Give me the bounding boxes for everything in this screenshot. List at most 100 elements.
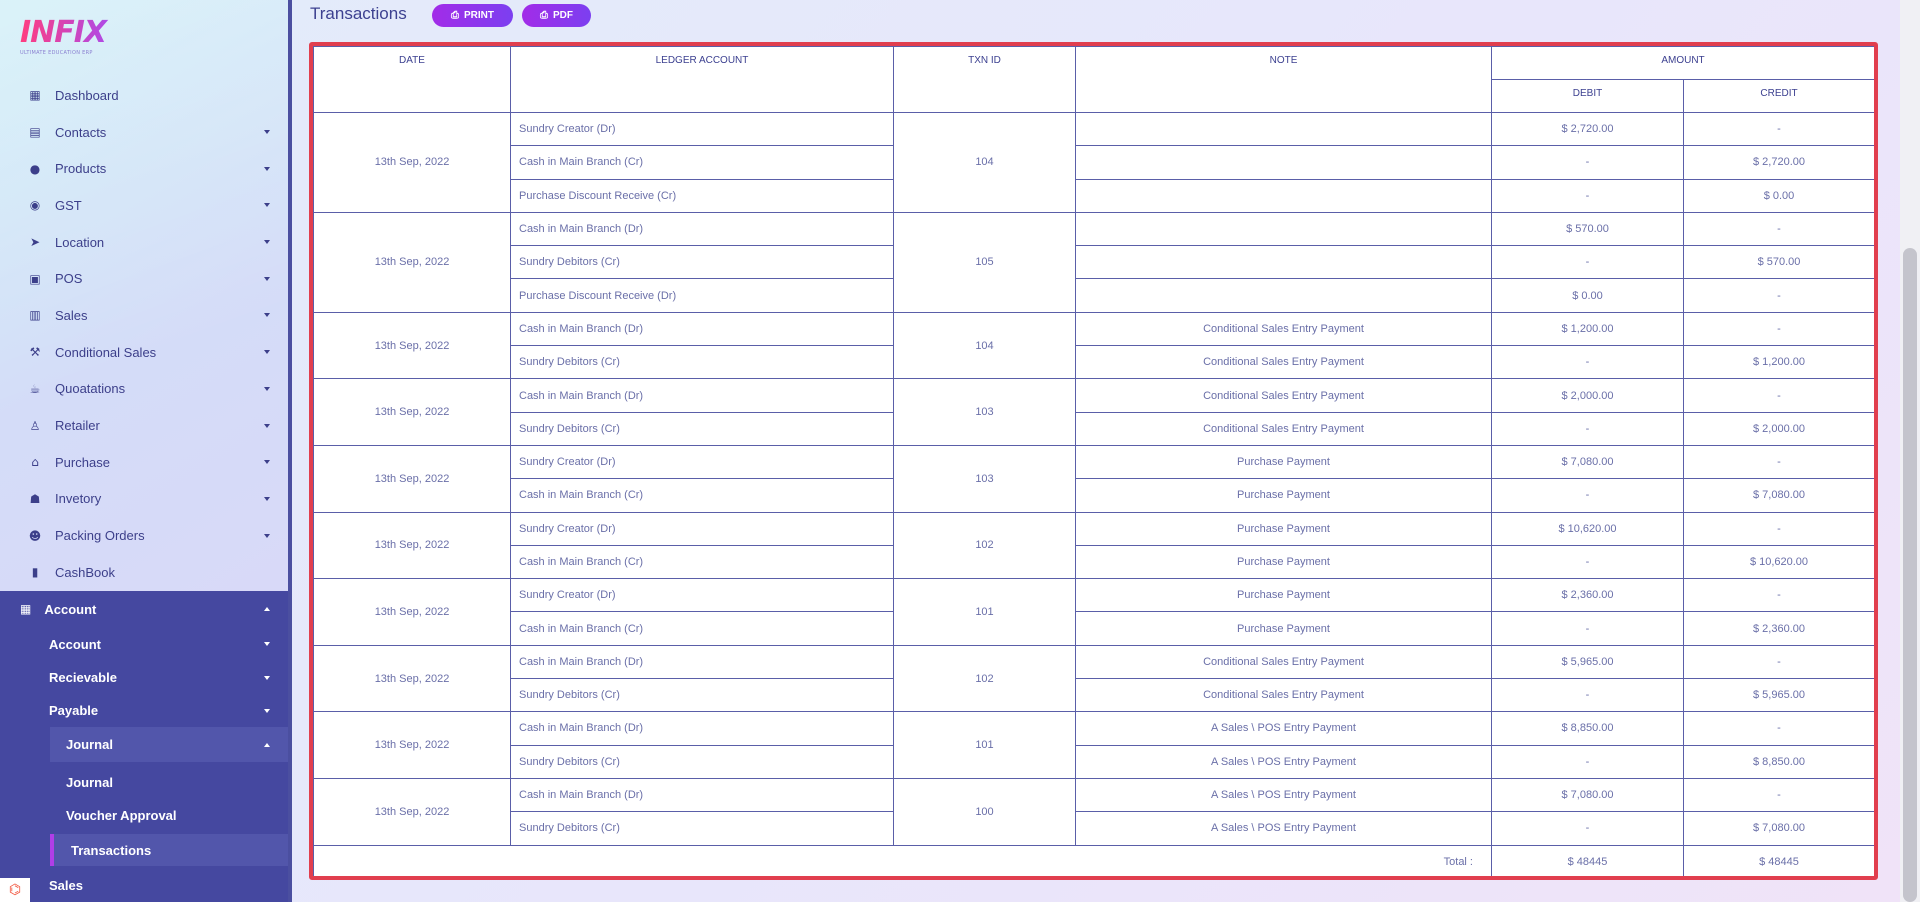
page-title: Transactions	[310, 4, 407, 23]
sidebar-subitem-journal[interactable]: Journal	[50, 727, 288, 762]
cell-note: Conditional Sales Entry Payment	[1075, 345, 1492, 380]
sidebar-item-pos[interactable]: ▣ POS	[0, 260, 288, 297]
book-icon: ▮	[31, 565, 39, 580]
chevron-down-icon	[264, 642, 270, 646]
cell-note: Conditional Sales Entry Payment	[1075, 644, 1492, 680]
cell-note: Purchase Payment	[1075, 611, 1492, 646]
chevron-down-icon	[264, 708, 270, 713]
sidebar-subitem-recievable[interactable]: Recievable	[0, 661, 288, 694]
cell-txn-id: 104	[893, 311, 1076, 380]
pdf-button[interactable]: ⎙ PDF	[522, 4, 591, 27]
sidebar-item-label: Contacts	[55, 124, 107, 140]
printer-icon: ⎙	[451, 10, 459, 21]
cell-txn-id: 103	[893, 378, 1076, 446]
print-button[interactable]: ⎙ PRINT	[432, 4, 513, 27]
chevron-down-icon	[264, 496, 270, 501]
cell-debit: $ 0.00	[1491, 278, 1684, 313]
table-row: 13th Sep, 2022 Cash in Main Branch (Dr) 10…	[313, 711, 1874, 779]
sidebar-item-account[interactable]: ▦ Account	[0, 591, 288, 627]
mug-icon: ☕	[29, 381, 41, 396]
cell-note: Conditional Sales Entry Payment	[1075, 378, 1492, 413]
sidebar-divider	[288, 0, 292, 902]
sidebar-item-packing-orders[interactable]: ☻ Packing Orders	[0, 517, 288, 554]
cell-note: Purchase Payment	[1075, 544, 1492, 580]
sidebar-subitem-account[interactable]: Account	[0, 627, 288, 661]
logo-subtitle: ULTIMATE EDUCATION ERP	[20, 50, 93, 56]
chevron-down-icon	[264, 675, 270, 680]
cell-debit: -	[1491, 245, 1684, 280]
sidebar-item-contacts[interactable]: ▤ Contacts	[0, 114, 288, 151]
transactions-table: DATE LEDGER ACCOUNT TXN ID NOTE AMOUNT D…	[313, 46, 1874, 876]
cell-date: 13th Sep, 2022	[313, 211, 511, 313]
sidebar-item-cashbook[interactable]: ▮ CashBook	[0, 554, 288, 591]
table-row: Cash in Main Branch (Cr) Purchase Payment…	[314, 478, 1874, 513]
sidebar: INFIX ULTIMATE EDUCATION ERP ▦ Dashboard…	[0, 0, 290, 902]
sidebar-item-label: Sales	[55, 307, 88, 323]
sidebar-item-label: GST	[55, 197, 82, 213]
chevron-down-icon	[264, 313, 270, 318]
cell-debit: $ 5,965.00	[1491, 644, 1684, 680]
cell-credit: $ 7,080.00	[1683, 478, 1874, 513]
sidebar-item-label: Location	[55, 234, 105, 250]
cell-debit: $ 7,080.00	[1491, 444, 1684, 480]
sidebar-subitem-label: Payable	[49, 703, 99, 718]
sidebar-menu: ▦ Dashboard ▤ Contacts ● Products ◉ GST …	[0, 77, 288, 591]
cell-credit: -	[1683, 311, 1874, 347]
sidebar-item-invetory[interactable]: ☗ Invetory	[0, 481, 288, 518]
sidebar-item-products[interactable]: ● Products	[0, 150, 288, 187]
cell-ledger-account: Sundry Debitors (Cr)	[510, 811, 894, 846]
cell-ledger-account: Purchase Discount Receive (Dr)	[510, 278, 894, 313]
logo[interactable]: INFIX ULTIMATE EDUCATION ERP	[20, 18, 120, 60]
cell-note: A Sales \ POS Entry Payment	[1075, 711, 1492, 746]
cell-debit: $ 1,200.00	[1491, 311, 1684, 347]
cell-note: Purchase Payment	[1075, 478, 1492, 513]
table-row: Cash in Main Branch (Cr) Purchase Payment…	[314, 611, 1874, 646]
chevron-down-icon	[264, 240, 270, 245]
sidebar-item-retailer[interactable]: ♙ Retailer	[0, 407, 288, 444]
cell-credit: -	[1683, 278, 1874, 313]
cell-debit: -	[1491, 544, 1684, 580]
cell-txn-id: 100	[893, 777, 1076, 846]
cell-debit: -	[1491, 811, 1684, 846]
cell-ledger-account: Sundry Creator (Dr)	[510, 511, 894, 546]
cell-credit: $ 2,720.00	[1683, 145, 1874, 180]
cell-date: 13th Sep, 2022	[313, 311, 511, 380]
sidebar-subitem-label: Voucher Approval	[66, 808, 177, 823]
sidebar-subitem-transactions[interactable]: Transactions	[50, 834, 288, 866]
sidebar-item-quoatations[interactable]: ☕ Quoatations	[0, 371, 288, 408]
transactions-table-container: DATE LEDGER ACCOUNT TXN ID NOTE AMOUNT D…	[309, 42, 1878, 880]
cell-debit: -	[1491, 345, 1684, 380]
cell-credit: -	[1683, 444, 1874, 480]
total-credit: $ 48445	[1683, 844, 1874, 876]
sidebar-item-conditional-sales[interactable]: ⚒ Conditional Sales	[0, 334, 288, 371]
sidebar-item-sales[interactable]: ▥ Sales	[0, 297, 288, 334]
sidebar-item-location[interactable]: ➤ Location	[0, 224, 288, 261]
sidebar-subitem-payable[interactable]: Payable	[0, 694, 288, 727]
cell-ledger-account: Cash in Main Branch (Cr)	[510, 478, 894, 513]
sidebar-item-sales-section[interactable]: Sales	[0, 869, 288, 902]
grid-icon: ▦	[29, 88, 41, 103]
table-row: Purchase Discount Receive (Dr) $ 0.00-	[314, 278, 1874, 313]
scrollbar-thumb[interactable]	[1903, 248, 1917, 902]
active-indicator	[50, 834, 54, 866]
cell-ledger-account: Sundry Creator (Dr)	[510, 578, 894, 613]
cell-txn-id: 102	[893, 511, 1076, 580]
sidebar-item-dashboard[interactable]: ▦ Dashboard	[0, 77, 288, 114]
sidebar-subitem-journal-list[interactable]: Journal	[0, 765, 288, 799]
table-row: Cash in Main Branch (Cr) - $ 2,720.00	[314, 145, 1874, 180]
cell-debit: -	[1491, 411, 1684, 446]
table-header: DATE LEDGER ACCOUNT TXN ID NOTE AMOUNT D…	[313, 46, 1874, 113]
cell-debit: $ 570.00	[1491, 211, 1684, 247]
sidebar-subitem-voucher-approval[interactable]: Voucher Approval	[0, 799, 288, 832]
table-row: 13th Sep, 2022 Cash in Main Branch (Dr) 10…	[313, 378, 1874, 446]
sidebar-item-gst[interactable]: ◉ GST	[0, 187, 288, 224]
sidebar-item-purchase[interactable]: ⌂ Purchase	[0, 444, 288, 481]
table-row: Cash in Main Branch (Cr) Purchase Payment…	[314, 544, 1874, 580]
cell-ledger-account: Cash in Main Branch (Cr)	[510, 544, 894, 580]
cell-note	[1075, 178, 1492, 213]
cell-credit: $ 7,080.00	[1683, 811, 1874, 846]
header-amount: AMOUNT	[1491, 46, 1874, 80]
cell-ledger-account: Cash in Main Branch (Cr)	[510, 145, 894, 180]
total-debit: $ 48445	[1491, 844, 1684, 876]
table-row: Sundry Debitors (Cr) A Sales \ POS Entry …	[314, 811, 1874, 846]
